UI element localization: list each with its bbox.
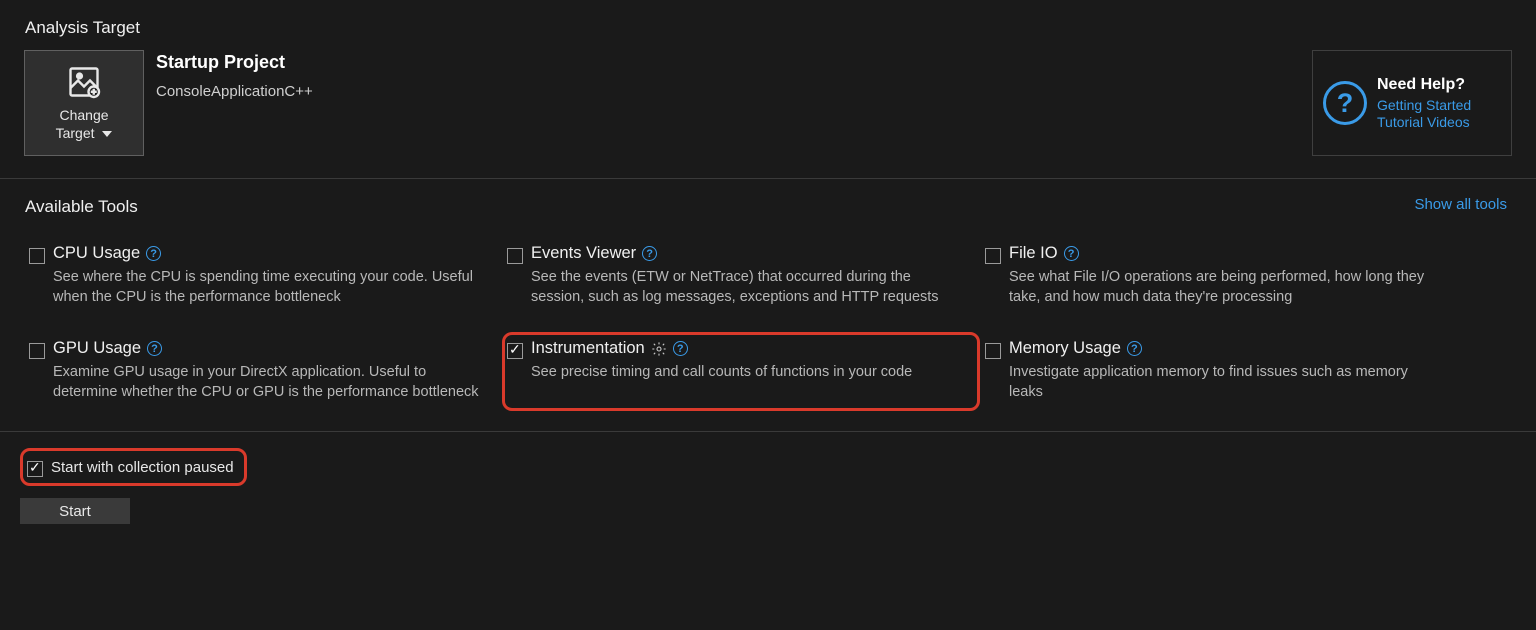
events-viewer-title: Events Viewer bbox=[531, 244, 636, 263]
show-all-tools-link[interactable]: Show all tools bbox=[1414, 196, 1511, 213]
gpu-usage-checkbox[interactable] bbox=[29, 343, 45, 359]
file-io-desc: See what File I/O operations are being p… bbox=[1009, 268, 1443, 307]
info-icon[interactable]: ? bbox=[147, 341, 162, 356]
memory-usage-desc: Investigate application memory to find i… bbox=[1009, 363, 1443, 402]
tool-file-io: File IO ? See what File I/O operations a… bbox=[980, 237, 1458, 316]
cpu-usage-desc: See where the CPU is spending time execu… bbox=[53, 268, 487, 307]
gpu-usage-title: GPU Usage bbox=[53, 339, 141, 358]
tool-gpu-usage: GPU Usage ? Examine GPU usage in your Di… bbox=[24, 332, 502, 411]
tool-events-viewer: Events Viewer ? See the events (ETW or N… bbox=[502, 237, 980, 316]
memory-usage-checkbox[interactable] bbox=[985, 343, 1001, 359]
image-settings-icon bbox=[66, 64, 102, 100]
info-icon[interactable]: ? bbox=[1127, 341, 1142, 356]
tool-instrumentation: Instrumentation ? See precise timing and… bbox=[502, 332, 980, 411]
instrumentation-title: Instrumentation bbox=[531, 339, 645, 358]
help-title: Need Help? bbox=[1377, 76, 1471, 94]
instrumentation-checkbox[interactable] bbox=[507, 343, 523, 359]
info-icon[interactable]: ? bbox=[1064, 246, 1079, 261]
start-paused-checkbox[interactable] bbox=[27, 461, 43, 477]
events-viewer-checkbox[interactable] bbox=[507, 248, 523, 264]
startup-project-name: ConsoleApplicationC++ bbox=[156, 83, 313, 100]
instrumentation-desc: See precise timing and call counts of fu… bbox=[531, 363, 965, 383]
cpu-usage-checkbox[interactable] bbox=[29, 248, 45, 264]
info-icon[interactable]: ? bbox=[642, 246, 657, 261]
file-io-title: File IO bbox=[1009, 244, 1058, 263]
tool-cpu-usage: CPU Usage ? See where the CPU is spendin… bbox=[24, 237, 502, 316]
question-icon: ? bbox=[1323, 81, 1367, 125]
gear-icon[interactable] bbox=[651, 341, 667, 357]
events-viewer-desc: See the events (ETW or NetTrace) that oc… bbox=[531, 268, 965, 307]
help-panel: ? Need Help? Getting Started Tutorial Vi… bbox=[1312, 50, 1512, 156]
available-tools-heading: Available Tools bbox=[25, 179, 163, 229]
chevron-down-icon bbox=[102, 131, 112, 137]
change-target-button[interactable]: Change Target bbox=[24, 50, 144, 156]
tutorial-videos-link[interactable]: Tutorial Videos bbox=[1377, 114, 1471, 130]
start-with-collection-paused-row[interactable]: Start with collection paused bbox=[20, 448, 247, 486]
gpu-usage-desc: Examine GPU usage in your DirectX applic… bbox=[53, 363, 487, 402]
startup-project-title: Startup Project bbox=[156, 52, 313, 73]
start-button[interactable]: Start bbox=[20, 498, 130, 524]
start-paused-label: Start with collection paused bbox=[51, 459, 234, 476]
getting-started-link[interactable]: Getting Started bbox=[1377, 97, 1471, 113]
cpu-usage-title: CPU Usage bbox=[53, 244, 140, 263]
tool-memory-usage: Memory Usage ? Investigate application m… bbox=[980, 332, 1458, 411]
change-target-label-1: Change bbox=[59, 107, 108, 123]
info-icon[interactable]: ? bbox=[673, 341, 688, 356]
analysis-target-heading: Analysis Target bbox=[0, 0, 1536, 50]
file-io-checkbox[interactable] bbox=[985, 248, 1001, 264]
info-icon[interactable]: ? bbox=[146, 246, 161, 261]
memory-usage-title: Memory Usage bbox=[1009, 339, 1121, 358]
change-target-label-2: Target bbox=[56, 125, 95, 141]
